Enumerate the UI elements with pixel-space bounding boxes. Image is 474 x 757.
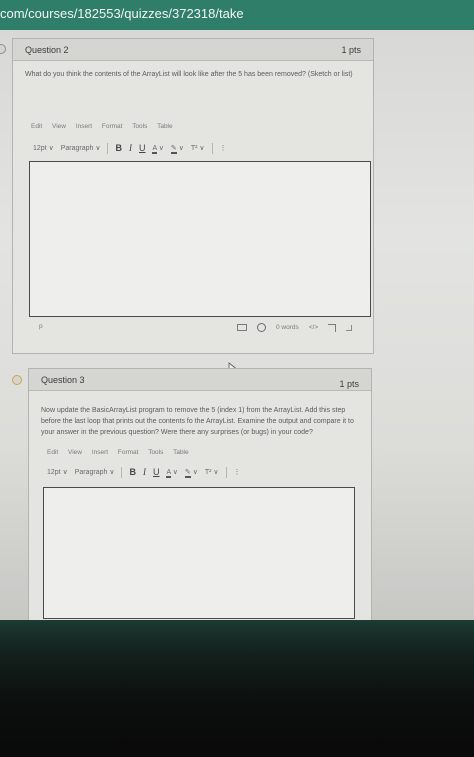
question-3-title: Question 3 <box>41 375 85 385</box>
text-color-icon: A <box>166 469 171 478</box>
superscript-button[interactable]: T² ∨ <box>205 468 219 476</box>
toolbar-divider <box>121 466 123 478</box>
highlight-icon: ✎ <box>184 469 191 478</box>
chevron-down-icon: ∨ <box>62 469 68 476</box>
question-2-menubar: Edit View Insert Format Tools Table <box>31 123 181 130</box>
menu-tools[interactable]: Tools <box>132 123 147 130</box>
highlight-button[interactable]: ✎ ∨ <box>170 144 184 154</box>
address-bar[interactable]: com/courses/182553/quizzes/372318/take <box>0 0 474 30</box>
question-2-text: What do you think the contents of the Ar… <box>25 71 353 78</box>
word-count: 0 words <box>276 324 299 331</box>
bold-button[interactable]: B <box>129 467 136 477</box>
chevron-down-icon: ∨ <box>172 469 178 476</box>
italic-button[interactable]: I <box>143 467 146 477</box>
element-path: p <box>39 323 43 330</box>
fullscreen-icon[interactable] <box>328 323 337 332</box>
question-2-title: Question 2 <box>25 45 69 55</box>
menu-format[interactable]: Format <box>118 449 139 456</box>
menu-view[interactable]: View <box>68 449 82 456</box>
question-3-flag-icon[interactable] <box>12 375 22 385</box>
text-color-button[interactable]: A ∨ <box>152 144 164 154</box>
superscript-button[interactable]: T² ∨ <box>191 144 205 152</box>
menu-insert[interactable]: Insert <box>92 449 108 456</box>
question-3-card: Question 3 1 pts Now update the BasicArr… <box>28 368 372 630</box>
question-3-menubar: Edit View Insert Format Tools Table <box>47 449 197 456</box>
code-view-button[interactable]: </> <box>309 324 318 331</box>
text-color-icon: A <box>152 145 157 154</box>
chevron-down-icon: ∨ <box>178 145 184 152</box>
bold-button[interactable]: B <box>115 143 122 153</box>
toolbar-divider <box>225 466 227 478</box>
more-options-icon[interactable]: ⋮ <box>220 144 227 152</box>
chevron-down-icon: ∨ <box>199 145 205 152</box>
highlight-button[interactable]: ✎ ∨ <box>184 468 198 478</box>
menu-view[interactable]: View <box>52 123 66 130</box>
more-options-icon[interactable]: ⋮ <box>234 468 241 476</box>
question-2-card: Question 2 1 pts What do you think the c… <box>12 38 374 354</box>
question-3-editor[interactable] <box>43 487 355 619</box>
accessibility-icon[interactable] <box>257 323 266 332</box>
question-2-statusbar: 0 words </> <box>237 323 353 332</box>
question-3-points: 1 pts <box>339 379 359 389</box>
keyboard-icon[interactable] <box>237 324 247 331</box>
question-2-header: Question 2 1 pts <box>13 39 373 61</box>
chevron-down-icon: ∨ <box>109 469 115 476</box>
question-2-editor[interactable] <box>29 161 371 317</box>
question-3-header: Question 3 1 pts <box>29 369 371 391</box>
menu-format[interactable]: Format <box>102 123 123 130</box>
menu-table[interactable]: Table <box>157 123 173 130</box>
text-color-button[interactable]: A ∨ <box>166 468 178 478</box>
chevron-down-icon: ∨ <box>48 145 54 152</box>
resize-handle-icon[interactable] <box>346 324 353 331</box>
superscript-icon: T² <box>190 145 198 152</box>
question-2-points: 1 pts <box>341 45 361 55</box>
menu-table[interactable]: Table <box>173 449 189 456</box>
monitor-bezel <box>0 620 474 757</box>
url-text: com/courses/182553/quizzes/372318/take <box>0 6 244 21</box>
font-size-select[interactable]: 12pt ∨ <box>47 468 68 476</box>
italic-button[interactable]: I <box>129 143 132 153</box>
superscript-icon: T² <box>204 469 212 476</box>
chevron-down-icon: ∨ <box>95 145 101 152</box>
menu-tools[interactable]: Tools <box>148 449 163 456</box>
menu-insert[interactable]: Insert <box>76 123 92 130</box>
question-3-toolbar: 12pt ∨ Paragraph ∨ B I U A ∨ ✎ ∨ T² ∨ ⋮ <box>47 465 248 479</box>
menu-edit[interactable]: Edit <box>31 123 42 130</box>
menu-edit[interactable]: Edit <box>47 449 58 456</box>
font-size-select[interactable]: 12pt ∨ <box>33 144 54 152</box>
toolbar-divider <box>211 142 213 154</box>
underline-button[interactable]: U <box>139 143 146 153</box>
chevron-down-icon: ∨ <box>192 469 198 476</box>
block-format-select[interactable]: Paragraph ∨ <box>61 144 101 152</box>
question-2-toolbar: 12pt ∨ Paragraph ∨ B I U A ∨ ✎ ∨ T² ∨ ⋮ <box>33 141 234 155</box>
toolbar-divider <box>107 142 109 154</box>
chevron-down-icon: ∨ <box>213 469 219 476</box>
question-3-text: Now update the BasicArrayList program to… <box>41 407 354 436</box>
block-format-select[interactable]: Paragraph ∨ <box>75 468 115 476</box>
highlight-icon: ✎ <box>170 145 177 154</box>
chevron-down-icon: ∨ <box>158 145 164 152</box>
underline-button[interactable]: U <box>153 467 160 477</box>
